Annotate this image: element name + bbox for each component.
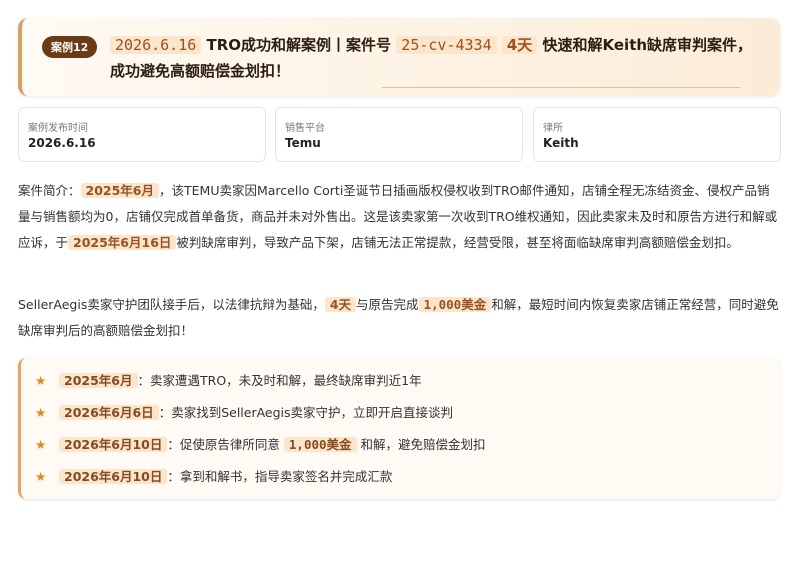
- timeline-text: ：促使原告律所同意: [167, 437, 280, 452]
- timeline-text: ：卖家遭遇TRO，未及时和解，最终缺席审判近1年: [137, 373, 422, 388]
- info-value: 2026.6.16: [28, 136, 96, 150]
- info-card-platform: 销售平台 Temu: [275, 107, 523, 162]
- case-title-mid: TRO成功和解案例丨案件号: [206, 36, 392, 54]
- resolution-amount-highlight: 1,000美金: [418, 297, 492, 312]
- star-icon: ★: [35, 373, 47, 388]
- summary-text: 案件简介：: [18, 183, 81, 198]
- resolution-days-highlight: 4天: [324, 297, 357, 312]
- info-value: Temu: [285, 136, 321, 150]
- timeline-item: ★ 2026年6月10日 ：促使原告律所同意 1,000美金 和解，避免赔偿金划扣: [35, 435, 486, 455]
- case-days-highlight: 4天: [501, 36, 538, 54]
- summary-text: 被判缺席审判，导致产品下架，店铺无法正常提款，经营受限，甚至将面临缺席审判高额赔…: [176, 235, 739, 250]
- timeline-card: ★ 2025年6月 ：卖家遭遇TRO，未及时和解，最终缺席审判近1年 ★ 2026年6…: [18, 358, 780, 499]
- timeline-date: 2025年6月: [59, 373, 138, 388]
- case-header-card: 案例12 2026.6.16 TRO成功和解案例丨案件号 25-cv-4334 …: [18, 18, 780, 96]
- case-date-highlight: 2026.6.16: [110, 36, 202, 54]
- star-icon: ★: [35, 469, 47, 484]
- timeline-date: 2026年6月10日: [59, 469, 168, 484]
- info-card-publish-date: 案例发布时间 2026.6.16: [18, 107, 266, 162]
- case-title: 2026.6.16 TRO成功和解案例丨案件号 25-cv-4334 4天 快速…: [110, 32, 760, 84]
- info-value: Keith: [543, 136, 579, 150]
- case-docket-highlight: 25-cv-4334: [396, 36, 497, 54]
- info-card-law-firm: 律所 Keith: [533, 107, 781, 162]
- timeline-item: ★ 2025年6月 ：卖家遭遇TRO，未及时和解，最终缺席审判近1年: [35, 371, 422, 391]
- timeline-date: 2026年6月10日: [59, 437, 168, 452]
- case-summary-paragraph: 案件简介： 2025年6月 ，该TEMU卖家因Marcello Corti圣诞节日插…: [18, 178, 780, 256]
- resolution-text: SellerAegis卖家守护团队接手后，以法律抗辩为基础，: [18, 297, 325, 312]
- info-label: 律所: [543, 123, 563, 134]
- resolution-paragraph: SellerAegis卖家守护团队接手后，以法律抗辩为基础， 4天 与原告完成 1,0…: [18, 292, 780, 344]
- timeline-text-after: 和解，避免赔偿金划扣: [360, 437, 486, 452]
- info-label: 案例发布时间: [28, 123, 88, 134]
- summary-date-highlight: 2025年6月: [80, 183, 160, 198]
- case-number-badge: 案例12: [42, 36, 98, 58]
- star-icon: ★: [35, 405, 47, 420]
- timeline-item: ★ 2026年6月6日 ：卖家找到SellerAegis卖家守护，立即开启直接谈判: [35, 403, 453, 423]
- timeline-amount-highlight: 1,000美金: [283, 437, 357, 452]
- resolution-text: 与原告完成: [356, 297, 419, 312]
- timeline-item: ★ 2026年6月10日 ：拿到和解书，指导卖家签名并完成汇款: [35, 467, 392, 487]
- summary-date-highlight: 2025年6月16日: [68, 235, 177, 250]
- info-row: 案例发布时间 2026.6.16 销售平台 Temu 律所 Keith: [18, 107, 781, 162]
- star-icon: ★: [35, 437, 47, 452]
- timeline-text: ：卖家找到SellerAegis卖家守护，立即开启直接谈判: [158, 405, 454, 420]
- info-label: 销售平台: [285, 123, 325, 134]
- timeline-text: ：拿到和解书，指导卖家签名并完成汇款: [167, 469, 393, 484]
- header-divider: [382, 87, 740, 88]
- timeline-date: 2026年6月6日: [59, 405, 159, 420]
